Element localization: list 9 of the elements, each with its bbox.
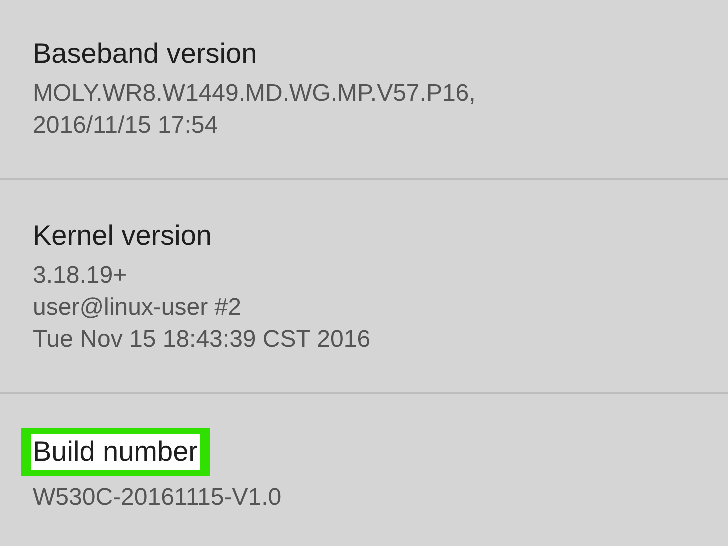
setting-value: W530C-20161115-V1.0 (33, 483, 283, 513)
setting-title: Baseband version (33, 37, 258, 71)
setting-value: user@linux-user #2 (33, 293, 242, 323)
setting-value: 3.18.19+ (33, 261, 128, 291)
setting-title: Build number (31, 434, 200, 470)
setting-title: Kernel version (33, 219, 212, 253)
setting-value: 2016/11/15 17:54 (33, 111, 220, 141)
setting-value: MOLY.WR8.W1449.MD.WG.MP.V57.P16, (33, 79, 477, 109)
setting-value: Tue Nov 15 18:43:39 CST 2016 (33, 325, 372, 355)
